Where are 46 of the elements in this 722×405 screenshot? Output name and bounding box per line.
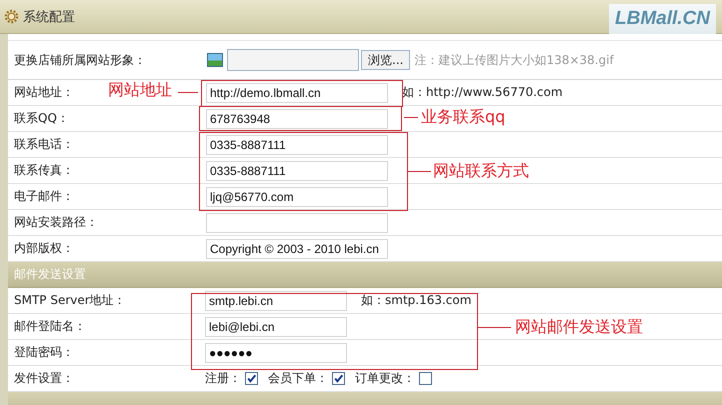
annotation-label: 网站联系方式: [433, 160, 529, 182]
hint-text: 如：http://www.56770.com: [402, 84, 563, 101]
input-field[interactable]: smtp.lebi.cn: [205, 290, 347, 310]
leader-line: [477, 327, 511, 328]
field-label: 网站安装路径：: [14, 215, 98, 229]
input-field[interactable]: 678763948: [206, 108, 388, 128]
hint-text: 注：建议上传图片大小如138×38.gif: [414, 52, 614, 68]
annotation-label: 网站地址: [108, 79, 172, 101]
field-label: SMTP Server地址：: [14, 293, 126, 307]
field-label: 内部版权：: [14, 241, 74, 255]
option-label: 订单更改：: [355, 370, 415, 387]
file-field[interactable]: [227, 49, 359, 71]
field-label: 联系电话：: [14, 137, 74, 151]
field-label: 登陆密码：: [14, 345, 74, 359]
field-label: 邮件登陆名：: [14, 319, 86, 333]
field-label: 发件设置：: [14, 371, 74, 385]
hint-text: 如：smtp.163.com: [361, 292, 472, 309]
input-field[interactable]: [206, 212, 388, 232]
input-field[interactable]: Copyright © 2003 - 2010 lebi.cn: [206, 238, 388, 258]
option-label: 注册：: [205, 370, 241, 387]
leader-line: [178, 92, 198, 93]
option-label: 会员下单：: [268, 370, 328, 387]
input-field[interactable]: lebi@lebi.cn: [205, 316, 347, 336]
image-icon: [207, 53, 223, 67]
browse-button[interactable]: 浏览...: [361, 50, 410, 70]
annotation-label: 业务联系qq: [421, 106, 506, 128]
input-field[interactable]: 0335-8887111: [206, 134, 388, 154]
field-label: 联系QQ：: [14, 111, 69, 125]
field-label: 电子邮件：: [14, 189, 74, 203]
checkbox[interactable]: [332, 372, 345, 385]
input-field[interactable]: http://demo.lbmall.cn: [206, 82, 388, 102]
logo: LBMall.CN: [609, 4, 716, 34]
gear-icon: [4, 9, 19, 24]
field-label: 更换店铺所属网站形象：: [14, 52, 146, 66]
checkbox[interactable]: [245, 372, 258, 385]
window-title: 系统配置: [23, 8, 75, 26]
input-field[interactable]: 0335-8887111: [206, 160, 388, 180]
field-label: 网站地址：: [14, 85, 74, 99]
annotation-label: 网站邮件发送设置: [515, 316, 643, 338]
input-field[interactable]: ljq@56770.com: [206, 186, 388, 206]
leader-line: [408, 171, 431, 172]
field-label: 联系传真：: [14, 163, 74, 177]
checkbox[interactable]: [419, 372, 432, 385]
leader-line: [404, 117, 418, 118]
section-title: 邮件发送设置: [13, 266, 86, 283]
input-field[interactable]: ●●●●●●: [205, 342, 347, 362]
